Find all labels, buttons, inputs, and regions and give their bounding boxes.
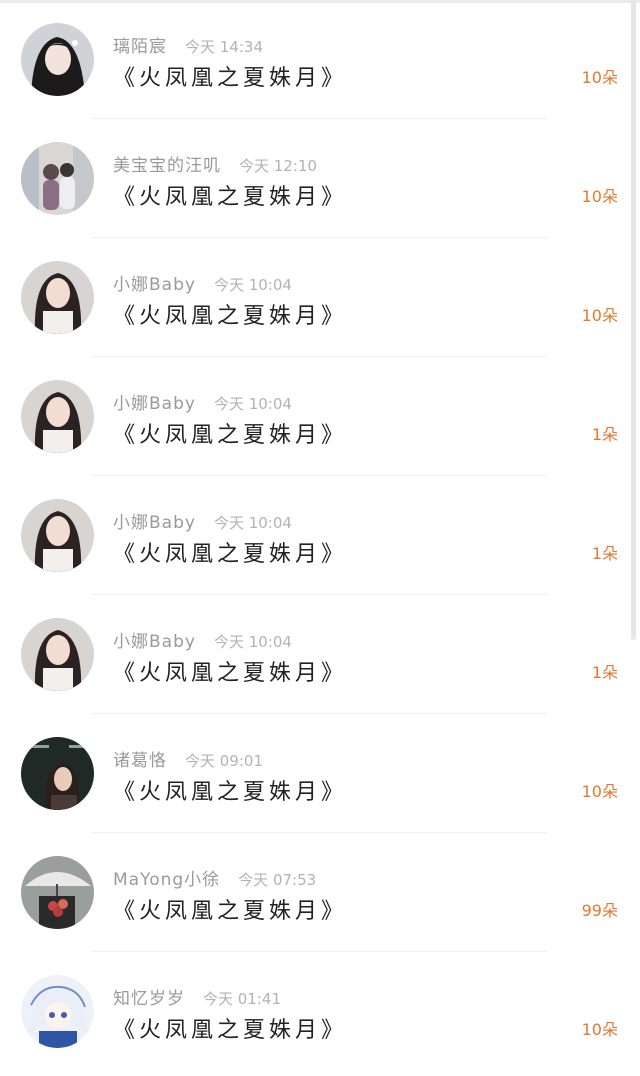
flower-count: 10朵 (581, 306, 618, 325)
couple-scene-icon (21, 142, 94, 215)
flower-count: 99朵 (581, 901, 618, 920)
item-meta: 美宝宝的汪叽 今天 12:10 (113, 151, 317, 176)
flower-count: 10朵 (581, 68, 618, 87)
item-meta: 璃陌宸 今天 14:34 (113, 32, 263, 57)
scrollbar[interactable] (631, 0, 636, 640)
item-title: 《火凤凰之夏姝月》 (113, 1018, 348, 1043)
timestamp: 今天 10:04 (213, 276, 292, 294)
avatar[interactable] (21, 499, 94, 572)
portrait-girl-dark-icon (21, 23, 94, 96)
user-name[interactable]: 小娜Baby (113, 513, 196, 533)
list-item[interactable]: 诸葛恪 今天 09:01 《火凤凰之夏姝月》 10朵 (0, 714, 630, 833)
timestamp: 今天 14:34 (185, 38, 263, 56)
timestamp: 今天 09:01 (185, 752, 263, 770)
avatar[interactable] (21, 142, 94, 215)
list-item[interactable]: MaYong小徐 今天 07:53 《火凤凰之夏姝月》 99朵 (0, 833, 630, 952)
item-title: 《火凤凰之夏姝月》 (113, 899, 348, 924)
list-item[interactable]: 知忆岁岁 今天 01:41 《火凤凰之夏姝月》 10朵 (0, 952, 630, 1071)
portrait-girl-long-hair-icon (21, 618, 94, 691)
item-meta: 小娜Baby 今天 10:04 (113, 389, 292, 414)
timestamp: 今天 10:04 (213, 514, 292, 532)
poster-girl-dark-icon (21, 737, 94, 810)
user-name[interactable]: 知忆岁岁 (113, 989, 185, 1009)
item-meta: 小娜Baby 今天 10:04 (113, 270, 292, 295)
timestamp: 今天 01:41 (203, 990, 281, 1008)
item-title: 《火凤凰之夏姝月》 (113, 304, 348, 329)
flower-count: 1朵 (591, 544, 618, 563)
timestamp: 今天 12:10 (239, 157, 317, 175)
portrait-girl-long-hair-icon (21, 499, 94, 572)
flower-count: 10朵 (581, 782, 618, 801)
user-name[interactable]: 璃陌宸 (113, 37, 167, 57)
umbrella-bouquet-icon (21, 856, 94, 929)
user-name[interactable]: 小娜Baby (113, 275, 196, 295)
user-name[interactable]: 美宝宝的汪叽 (113, 156, 221, 176)
user-name[interactable]: MaYong小徐 (113, 870, 220, 890)
item-meta: 诸葛恪 今天 09:01 (113, 746, 263, 771)
timestamp: 今天 07:53 (238, 871, 317, 889)
avatar[interactable] (21, 380, 94, 453)
item-title: 《火凤凰之夏姝月》 (113, 542, 348, 567)
avatar[interactable] (21, 975, 94, 1048)
list-item[interactable]: 美宝宝的汪叽 今天 12:10 《火凤凰之夏姝月》 10朵 (0, 119, 630, 238)
user-name[interactable]: 诸葛恪 (113, 751, 167, 771)
item-meta: 知忆岁岁 今天 01:41 (113, 984, 281, 1009)
user-name[interactable]: 小娜Baby (113, 632, 196, 652)
avatar[interactable] (21, 618, 94, 691)
item-title: 《火凤凰之夏姝月》 (113, 780, 348, 805)
item-meta: MaYong小徐 今天 07:53 (113, 865, 317, 890)
portrait-girl-long-hair-icon (21, 380, 94, 453)
avatar[interactable] (21, 261, 94, 334)
item-meta: 小娜Baby 今天 10:04 (113, 508, 292, 533)
item-title: 《火凤凰之夏姝月》 (113, 423, 348, 448)
list-item[interactable]: 璃陌宸 今天 14:34 《火凤凰之夏姝月》 10朵 (0, 0, 630, 119)
flower-count: 1朵 (591, 425, 618, 444)
item-title: 《火凤凰之夏姝月》 (113, 66, 348, 91)
flower-count: 1朵 (591, 663, 618, 682)
avatar[interactable] (21, 856, 94, 929)
avatar[interactable] (21, 737, 94, 810)
list-item[interactable]: 小娜Baby 今天 10:04 《火凤凰之夏姝月》 1朵 (0, 357, 630, 476)
item-title: 《火凤凰之夏姝月》 (113, 661, 348, 686)
list-item[interactable]: 小娜Baby 今天 10:04 《火凤凰之夏姝月》 10朵 (0, 238, 630, 357)
timestamp: 今天 10:04 (213, 633, 292, 651)
user-name[interactable]: 小娜Baby (113, 394, 196, 414)
item-meta: 小娜Baby 今天 10:04 (113, 627, 292, 652)
avatar[interactable] (21, 23, 94, 96)
list-item[interactable]: 小娜Baby 今天 10:04 《火凤凰之夏姝月》 1朵 (0, 476, 630, 595)
portrait-girl-long-hair-icon (21, 261, 94, 334)
timestamp: 今天 10:04 (213, 395, 292, 413)
flower-count: 10朵 (581, 1020, 618, 1039)
flower-count: 10朵 (581, 187, 618, 206)
item-title: 《火凤凰之夏姝月》 (113, 185, 348, 210)
anime-girl-icon (21, 975, 94, 1048)
list-item[interactable]: 小娜Baby 今天 10:04 《火凤凰之夏姝月》 1朵 (0, 595, 630, 714)
